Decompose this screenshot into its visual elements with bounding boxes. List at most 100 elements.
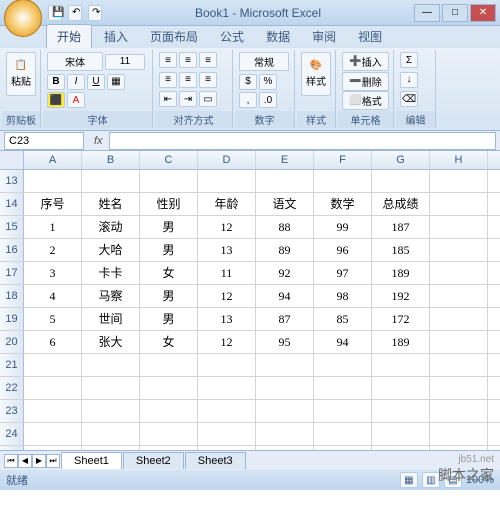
cell-F19[interactable]: 85 [314,308,372,330]
column-header-D[interactable]: D [198,151,256,169]
align-bottom-button[interactable]: ≡ [199,52,217,68]
increase-indent-button[interactable]: ⇥ [179,91,197,107]
cell-D25[interactable] [198,446,256,450]
cell-E23[interactable] [256,400,314,422]
cell-B20[interactable]: 张大 [82,331,140,353]
cell-C25[interactable] [140,446,198,450]
cell-C13[interactable] [140,170,198,192]
cell-B17[interactable]: 卡卡 [82,262,140,284]
maximize-button[interactable]: □ [442,4,468,22]
comma-button[interactable]: , [239,92,257,108]
number-format-select[interactable]: 常规 [239,52,289,71]
cell-A25[interactable] [24,446,82,450]
align-top-button[interactable]: ≡ [159,52,177,68]
cell-C16[interactable]: 男 [140,239,198,261]
ribbon-tab-2[interactable]: 页面布局 [140,25,208,48]
font-name-select[interactable]: 宋体 [47,52,103,71]
office-button[interactable] [4,0,42,37]
cell-C22[interactable] [140,377,198,399]
clear-button[interactable]: ⌫ [400,91,418,107]
cell-D20[interactable]: 12 [198,331,256,353]
cell-H19[interactable] [430,308,488,330]
cell-C21[interactable] [140,354,198,376]
column-header-A[interactable]: A [24,151,82,169]
cell-B18[interactable]: 马察 [82,285,140,307]
row-header-17[interactable]: 17 [0,262,24,284]
cell-G19[interactable]: 172 [372,308,430,330]
row-header-24[interactable]: 24 [0,423,24,445]
cell-H20[interactable] [430,331,488,353]
cell-E16[interactable]: 89 [256,239,314,261]
cell-D22[interactable] [198,377,256,399]
ribbon-tab-0[interactable]: 开始 [46,24,92,48]
cell-F16[interactable]: 96 [314,239,372,261]
align-right-button[interactable]: ≡ [199,72,217,88]
cell-A14[interactable]: 序号 [24,193,82,215]
cell-D16[interactable]: 13 [198,239,256,261]
underline-button[interactable]: U [87,74,105,90]
row-header-20[interactable]: 20 [0,331,24,353]
align-middle-button[interactable]: ≡ [179,52,197,68]
cell-F15[interactable]: 99 [314,216,372,238]
select-all-corner[interactable] [0,151,24,169]
cell-H25[interactable] [430,446,488,450]
ribbon-tab-3[interactable]: 公式 [210,25,254,48]
cell-D15[interactable]: 12 [198,216,256,238]
cell-E22[interactable] [256,377,314,399]
cell-E19[interactable]: 87 [256,308,314,330]
cell-D23[interactable] [198,400,256,422]
cell-C18[interactable]: 男 [140,285,198,307]
tab-nav-first[interactable]: ⏮ [4,454,18,468]
redo-icon[interactable]: ↷ [88,5,102,21]
cell-A22[interactable] [24,377,82,399]
cell-A15[interactable]: 1 [24,216,82,238]
cell-H14[interactable] [430,193,488,215]
cell-B24[interactable] [82,423,140,445]
cell-H15[interactable] [430,216,488,238]
cell-E25[interactable] [256,446,314,450]
cell-A20[interactable]: 6 [24,331,82,353]
cell-H16[interactable] [430,239,488,261]
cell-F14[interactable]: 数学 [314,193,372,215]
formula-input[interactable] [109,132,496,150]
cell-A19[interactable]: 5 [24,308,82,330]
cell-G16[interactable]: 185 [372,239,430,261]
save-icon[interactable]: 💾 [48,5,62,21]
sheet-tab-Sheet1[interactable]: Sheet1 [61,452,122,469]
ribbon-tab-5[interactable]: 审阅 [302,25,346,48]
row-header-23[interactable]: 23 [0,400,24,422]
cell-B19[interactable]: 世间 [82,308,140,330]
row-header-21[interactable]: 21 [0,354,24,376]
row-header-22[interactable]: 22 [0,377,24,399]
cell-F22[interactable] [314,377,372,399]
cell-G17[interactable]: 189 [372,262,430,284]
align-left-button[interactable]: ≡ [159,72,177,88]
cell-B21[interactable] [82,354,140,376]
cell-H24[interactable] [430,423,488,445]
cell-A24[interactable] [24,423,82,445]
cell-H23[interactable] [430,400,488,422]
cell-E24[interactable] [256,423,314,445]
cell-A18[interactable]: 4 [24,285,82,307]
grid-area[interactable]: 1314序号姓名性别年龄语文数学总成绩151滚动男128899187162大哈男… [0,170,500,450]
increase-decimal-button[interactable]: .0 [259,92,277,108]
cell-G14[interactable]: 总成绩 [372,193,430,215]
cell-D21[interactable] [198,354,256,376]
cell-F24[interactable] [314,423,372,445]
cell-D13[interactable] [198,170,256,192]
cell-G20[interactable]: 189 [372,331,430,353]
cell-G15[interactable]: 187 [372,216,430,238]
cell-G13[interactable] [372,170,430,192]
cell-B22[interactable] [82,377,140,399]
cell-G24[interactable] [372,423,430,445]
cell-G22[interactable] [372,377,430,399]
minimize-button[interactable]: — [414,4,440,22]
fx-icon[interactable]: fx [88,135,109,147]
cell-E15[interactable]: 88 [256,216,314,238]
cell-D19[interactable]: 13 [198,308,256,330]
autosum-button[interactable]: Σ [400,52,418,68]
cell-F20[interactable]: 94 [314,331,372,353]
cell-B23[interactable] [82,400,140,422]
zoom-level[interactable]: 100% [466,474,494,486]
cell-B25[interactable] [82,446,140,450]
